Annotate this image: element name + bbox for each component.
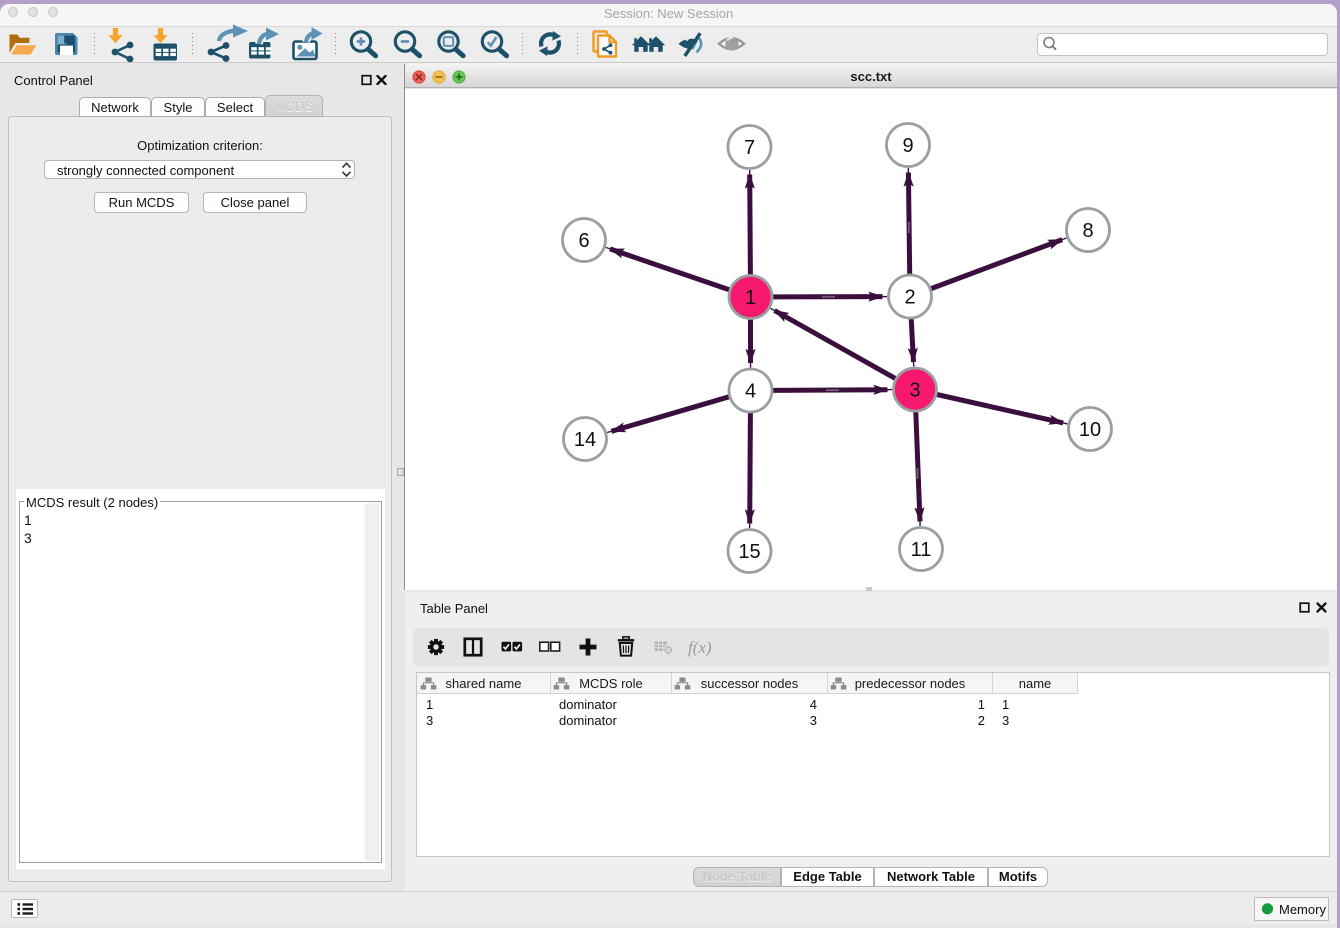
svg-text:1: 1	[745, 287, 756, 309]
svg-text:7: 7	[744, 137, 755, 159]
svg-text:10: 10	[1079, 419, 1101, 441]
svg-text:2: 2	[904, 287, 915, 309]
svg-text:3: 3	[909, 380, 920, 402]
svg-text:f(x): f(x)	[688, 638, 712, 657]
svg-text:4: 4	[745, 381, 756, 403]
svg-text:9: 9	[902, 135, 913, 157]
svg-text:15: 15	[738, 541, 760, 563]
svg-text:14: 14	[574, 429, 596, 451]
svg-text:8: 8	[1082, 220, 1093, 242]
svg-text:11: 11	[911, 539, 932, 561]
svg-text:6: 6	[578, 230, 589, 252]
